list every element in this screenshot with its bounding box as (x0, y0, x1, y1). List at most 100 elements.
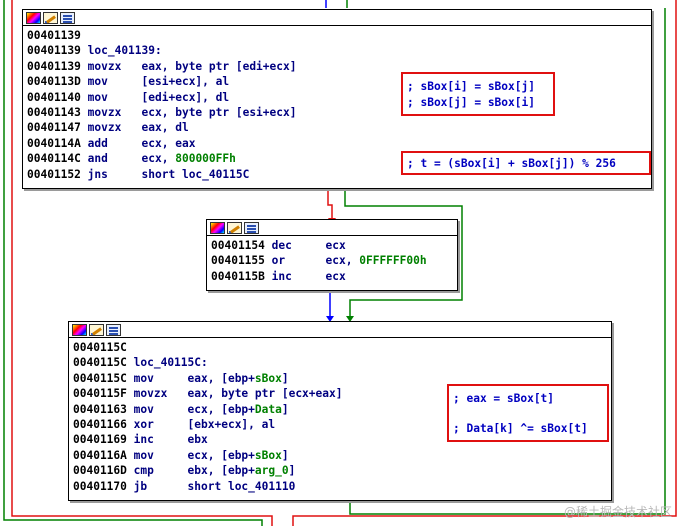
rename-edit-icon[interactable] (43, 11, 58, 24)
code-line[interactable]: 00401147 movzx eax, dl (27, 120, 651, 135)
line-mnemonic: jns (87, 167, 108, 181)
line-stack-var[interactable]: sBox (255, 372, 282, 385)
code-line[interactable]: 0040116A mov ecx, [ebp+sBox] (73, 448, 611, 463)
code-line[interactable]: 0040114A add ecx, eax (27, 136, 651, 151)
graph-overview-icon[interactable] (244, 221, 259, 234)
line-operands[interactable]: eax, byte ptr [edi+ecx] (142, 60, 297, 73)
line-operands[interactable]: eax, dl (142, 121, 189, 134)
line-mnemonic: jb (133, 479, 148, 493)
comment-t-formula: ; t = (sBox[i] + sBox[j]) % 256 (407, 157, 616, 170)
code-line[interactable]: 00401143 movzx ecx, byte ptr [esi+ecx] (27, 105, 651, 120)
line-operands[interactable]: short loc_40115C (142, 168, 250, 181)
line-operands[interactable]: ebx, [ebp+ (188, 464, 255, 477)
rename-edit-icon[interactable] (227, 221, 242, 234)
comment-eax-sbox: ; eax = sBox[t] (453, 392, 555, 405)
code-line[interactable]: 00401140 mov [edi+ecx], dl (27, 90, 651, 105)
graph-overview-icon[interactable] (60, 11, 75, 24)
line-mnemonic: mov (133, 448, 154, 462)
color-palette-icon[interactable] (26, 11, 41, 24)
code-line[interactable]: 00401139 loc_401139: (27, 43, 651, 58)
line-mnemonic: movzx (87, 105, 122, 119)
line-address: 0040116A (73, 448, 127, 462)
line-operands[interactable]: ecx, [ebp+ (188, 449, 255, 462)
code-line[interactable]: 0040115C loc_40115C: (73, 355, 611, 370)
line-operand-tail: ] (281, 371, 289, 385)
code-line[interactable]: 0040116D cmp ebx, [ebp+arg_0] (73, 463, 611, 478)
line-operands[interactable]: ecx, eax (142, 137, 196, 150)
line-immediate: 0FFFFFF00h (359, 254, 427, 268)
line-stack-var[interactable]: Data (255, 403, 282, 416)
line-operands[interactable]: ecx (326, 270, 346, 283)
line-address: 00401154 (211, 239, 265, 252)
line-address: 0040115C (73, 356, 127, 370)
node-toolbar (207, 220, 457, 236)
comment-highlight-xor: ; eax = sBox[t] ; Data[k] ^= sBox[t] (447, 384, 609, 442)
line-address: 00401139 (27, 59, 81, 73)
graph-overview-icon[interactable] (106, 323, 121, 336)
line-address: 00401140 (27, 90, 81, 104)
color-palette-icon[interactable] (210, 221, 225, 234)
code-line[interactable]: 0040115B inc ecx (211, 269, 457, 284)
rename-edit-icon[interactable] (89, 323, 104, 336)
line-address: 00401139 (27, 44, 81, 58)
comment-highlight-swap: ; sBox[i] = sBox[j] ; sBox[j] = sBox[i] (401, 72, 555, 116)
line-operands[interactable]: ecx, (142, 152, 176, 165)
line-operands[interactable]: [ebx+ecx], al (188, 418, 276, 431)
line-operands[interactable]: short loc_401110 (188, 480, 296, 493)
line-address: 00401170 (73, 479, 127, 493)
line-stack-var[interactable]: arg_0 (255, 464, 289, 477)
line-mnemonic: or (271, 254, 286, 268)
code-line[interactable]: 00401139 (27, 28, 651, 43)
line-address: 00401152 (27, 167, 81, 181)
line-address: 0040115C (73, 341, 127, 354)
line-address: 0040116D (73, 464, 127, 478)
watermark: @稀土掘金技术社区 (563, 505, 672, 519)
line-address: 00401163 (73, 402, 127, 416)
node-toolbar (23, 10, 651, 26)
line-operands[interactable]: [esi+ecx], al (142, 75, 230, 88)
line-address: 00401147 (27, 121, 81, 135)
line-address: 00401169 (73, 433, 127, 447)
code-line[interactable]: 00401170 jb short loc_401110 (73, 479, 611, 494)
code-line[interactable]: 00401154 dec ecx (211, 238, 457, 253)
line-mnemonic: add (87, 136, 108, 150)
line-mnemonic: mov (133, 402, 154, 416)
node-toolbar (69, 322, 611, 338)
line-label[interactable]: loc_40115C: (134, 356, 208, 369)
code-line[interactable]: 00401155 or ecx, 0FFFFFF00h (211, 253, 457, 268)
line-mnemonic: mov (87, 90, 108, 104)
node-loc-40115c[interactable]: 0040115C 0040115C loc_40115C: 0040115C mo… (68, 321, 612, 501)
line-address: 00401139 (27, 29, 81, 42)
edge-top-middle (327, 188, 333, 218)
line-mnemonic: xor (133, 417, 154, 431)
line-address: 0040115C (73, 371, 127, 385)
line-address: 00401143 (27, 105, 81, 119)
line-mnemonic: inc (133, 433, 154, 447)
line-stack-var[interactable]: sBox (255, 449, 282, 462)
color-palette-icon[interactable] (72, 323, 87, 336)
node-loc-401139[interactable]: 00401139 00401139 loc_401139: 00401139 mo… (22, 9, 652, 189)
code-line[interactable]: 0040115C (73, 340, 611, 355)
node-code: 00401154 dec ecx 00401155 or ecx, 0FFFFFF… (207, 236, 457, 284)
code-line[interactable]: 0040113D mov [esi+ecx], al (27, 74, 651, 89)
comment-highlight-t: ; t = (sBox[i] + sBox[j]) % 256 (401, 151, 651, 175)
line-operands[interactable]: eax, byte ptr [ecx+eax] (188, 387, 343, 400)
line-operands[interactable]: ecx, byte ptr [esi+ecx] (142, 106, 297, 119)
line-label[interactable]: loc_401139: (88, 44, 162, 57)
line-operand-tail: ] (288, 464, 296, 478)
comment-sbox-i: ; sBox[i] = sBox[j] (407, 80, 535, 93)
line-operands[interactable]: eax, [ebp+ (188, 372, 255, 385)
line-operands[interactable]: ecx (326, 239, 346, 252)
line-operands[interactable]: [edi+ecx], dl (142, 91, 230, 104)
line-address: 00401166 (73, 417, 127, 431)
line-operands[interactable]: ecx, (326, 254, 360, 267)
line-address: 0040115B (211, 269, 265, 283)
code-line[interactable]: 00401139 movzx eax, byte ptr [edi+ecx] (27, 59, 651, 74)
line-operands[interactable]: ebx (188, 433, 208, 446)
line-address: 00401155 (211, 254, 265, 268)
line-mnemonic: movzx (133, 387, 168, 401)
node-00401154[interactable]: 00401154 dec ecx 00401155 or ecx, 0FFFFFF… (206, 219, 458, 291)
line-operands[interactable]: ecx, [ebp+ (188, 403, 255, 416)
line-address: 0040114A (27, 136, 81, 150)
ida-graph-view[interactable]: 00401139 00401139 loc_401139: 00401139 mo… (0, 0, 682, 526)
